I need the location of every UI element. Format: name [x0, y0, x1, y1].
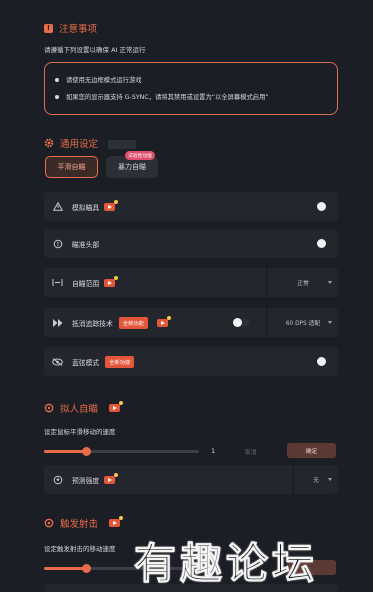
- row-simulate-sight: 模拟瞄具: [44, 192, 338, 221]
- trigger-title: 触发射击: [60, 519, 99, 530]
- video-icon[interactable]: [104, 472, 119, 484]
- humanize-slider-value: 1: [211, 447, 216, 455]
- range-icon: [52, 277, 63, 288]
- row-label: 模拟瞄具: [72, 203, 100, 212]
- stealth-mode-toggle[interactable]: [317, 357, 326, 366]
- watermark: 有趣论坛: [133, 539, 319, 589]
- row-label: 瞄准头部: [72, 240, 100, 249]
- confirm-button[interactable]: 确定: [287, 443, 336, 458]
- notice-box: 请使用无边框模式运行游戏 如果您的显示器支持 G-SYNC，请将其禁用或设置为“…: [44, 62, 338, 115]
- notice-subtitle: 请遵循下列设置以确保 AI 正常运行: [44, 46, 146, 54]
- row-aim-range: 自瞄范围 正常: [44, 268, 338, 297]
- row-label: 蓝弦模式: [72, 358, 100, 367]
- humanize-slider-label: 设定鼠标平滑移动的速度: [44, 428, 116, 436]
- row-label: 预测强度: [72, 476, 100, 485]
- mode-smooth-button[interactable]: 平滑自瞄: [45, 156, 98, 178]
- general-header: 通用设定: [44, 136, 98, 150]
- notice-title: 注意事项: [59, 24, 98, 35]
- trigger-header: 触发射击: [44, 516, 124, 530]
- eye-off-icon: [52, 356, 63, 367]
- video-icon[interactable]: [109, 516, 124, 527]
- humanize-header: 拟人自瞄: [44, 401, 124, 415]
- bullet-icon: [55, 77, 59, 82]
- new-feature-badge: 全新功能: [105, 355, 135, 368]
- simulate-sight-toggle[interactable]: [317, 202, 326, 211]
- slider-knob[interactable]: [81, 447, 91, 456]
- warning-icon: [52, 201, 63, 212]
- slider-fill: [44, 567, 86, 570]
- cancel-button[interactable]: 取消: [245, 447, 257, 456]
- general-title: 通用设定: [60, 139, 99, 150]
- aim-range-select[interactable]: 正常: [266, 268, 338, 297]
- row-stealth-mode: 蓝弦模式 全新功能: [44, 347, 338, 376]
- anti-tracking-select[interactable]: 60 DPS 适配: [266, 308, 338, 337]
- notice-item: 如果您的显示器支持 G-SYNC，请将其禁用或设置为“以全屏幕模式启用”: [55, 88, 327, 105]
- chevron-down-icon: [328, 321, 332, 324]
- slider-fill: [44, 450, 86, 453]
- experimental-badge: 试验性功能: [125, 151, 155, 160]
- target-icon: [44, 403, 54, 413]
- notice-item: 请使用无边框模式运行游戏: [55, 71, 327, 88]
- anti-tracking-toggle[interactable]: [233, 318, 250, 327]
- video-icon[interactable]: [104, 199, 119, 211]
- bullet-icon: [55, 94, 59, 99]
- row-predict-strength: 预测强度 无: [44, 465, 338, 494]
- aim-head-toggle[interactable]: [317, 239, 326, 248]
- humanize-slider[interactable]: [44, 447, 199, 456]
- trigger-slider-label: 设定触发射击的移动速度: [44, 545, 116, 553]
- row-label: 自瞄范围: [72, 279, 100, 288]
- predict-strength-select[interactable]: 无: [292, 465, 338, 494]
- new-feature-badge: 全新功能: [118, 316, 148, 329]
- fast-forward-icon: [52, 317, 63, 328]
- humanize-title: 拟人自瞄: [60, 404, 99, 415]
- video-icon[interactable]: [156, 315, 171, 327]
- predict-icon: [52, 474, 63, 485]
- slider-knob[interactable]: [81, 564, 91, 573]
- gear-icon: [44, 138, 54, 148]
- row-label: 抵消追踪技术: [72, 319, 113, 328]
- row-anti-tracking: 抵消追踪技术 全新功能 60 DPS 适配: [44, 308, 338, 337]
- notice-header: ! 注意事项: [44, 21, 97, 35]
- chevron-down-icon: [328, 478, 332, 481]
- video-icon[interactable]: [104, 275, 119, 287]
- alert-icon: !: [44, 23, 53, 33]
- video-icon[interactable]: [109, 401, 124, 412]
- row-aim-head: 瞄准头部: [44, 229, 338, 258]
- tooltip-stub: [108, 140, 136, 149]
- head-icon: [52, 238, 63, 249]
- crosshair-icon: [44, 518, 54, 528]
- chevron-down-icon: [328, 281, 332, 284]
